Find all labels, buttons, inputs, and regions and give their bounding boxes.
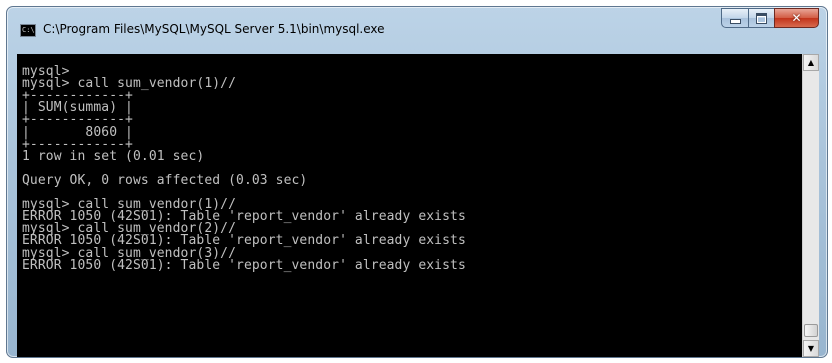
maximize-button[interactable] — [748, 8, 775, 28]
terminal-line: 1 row in set (0.01 sec) — [22, 148, 205, 164]
scroll-up-button[interactable]: ▲ — [803, 54, 819, 71]
scroll-thumb[interactable] — [804, 324, 818, 337]
vertical-scrollbar[interactable]: ▲ ▼ — [802, 54, 819, 357]
close-icon: ✕ — [791, 11, 802, 25]
window-title: C:\Program Files\MySQL\MySQL Server 5.1\… — [43, 22, 385, 36]
console-icon[interactable]: C:\ — [20, 24, 36, 37]
down-arrow-icon: ▼ — [807, 344, 815, 353]
minimize-icon — [729, 19, 741, 24]
up-arrow-icon: ▲ — [807, 58, 815, 67]
maximize-icon — [756, 12, 767, 24]
minimize-button[interactable] — [721, 8, 749, 28]
console-window: C:\ C:\Program Files\MySQL\MySQL Server … — [6, 6, 828, 358]
scroll-down-button[interactable]: ▼ — [803, 340, 819, 357]
console-area[interactable]: mysql> mysql> call sum_vendor(1)// +----… — [17, 54, 819, 357]
title-bar[interactable]: C:\ C:\Program Files\MySQL\MySQL Server … — [7, 7, 827, 47]
terminal-output[interactable]: mysql> mysql> call sum_vendor(1)// +----… — [22, 54, 466, 272]
terminal-line: Query OK, 0 rows affected (0.03 sec) — [22, 172, 308, 188]
close-button[interactable]: ✕ — [774, 8, 819, 28]
terminal-line: ERROR 1050 (42S01): Table 'report_vendor… — [22, 257, 466, 273]
